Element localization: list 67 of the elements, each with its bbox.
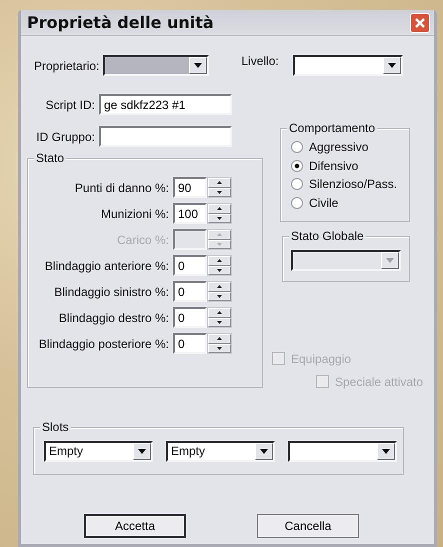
down-arrow-icon — [217, 242, 222, 246]
dropdown[interactable]: Empty — [166, 441, 275, 462]
radio-button[interactable] — [291, 160, 303, 172]
caret-icon — [382, 449, 390, 454]
spin-button[interactable] — [207, 307, 232, 328]
close-button[interactable] — [410, 12, 430, 32]
window-title: Proprietà delle unità — [27, 12, 214, 34]
down-arrow-icon — [217, 320, 222, 324]
up-arrow-icon — [217, 285, 222, 288]
caret-icon — [386, 258, 394, 263]
field-label: Blindaggio posteriore %: — [38, 336, 169, 352]
caret-icon — [388, 63, 396, 68]
field-label: Blindaggio destro %: — [58, 310, 169, 326]
dropdown[interactable] — [103, 55, 210, 76]
spin-button[interactable] — [207, 333, 232, 354]
number-field[interactable]: 100 — [173, 203, 207, 224]
radio-button[interactable] — [291, 178, 303, 190]
close-icon — [414, 16, 426, 28]
caret-icon — [138, 449, 146, 454]
up-arrow-icon — [217, 259, 222, 262]
down-arrow-icon — [217, 268, 222, 272]
number-field[interactable]: 90 — [173, 177, 207, 198]
field-label: Munizioni %: — [100, 206, 169, 222]
dropdown[interactable] — [288, 441, 397, 462]
option-label[interactable]: Silenzioso/Pass. — [309, 174, 398, 194]
spin-button[interactable] — [207, 203, 232, 224]
number-field[interactable]: 0 — [173, 255, 207, 276]
dialog-button[interactable]: Cancella — [257, 514, 359, 538]
number-field[interactable]: 0 — [173, 333, 207, 354]
caret-icon — [260, 449, 268, 454]
field-label: Blindaggio anteriore %: — [44, 258, 169, 274]
up-arrow-icon — [217, 337, 222, 340]
option-label[interactable]: Difensivo — [309, 156, 358, 176]
field-label: Carico %: — [116, 232, 169, 248]
down-arrow-icon — [217, 294, 222, 298]
field-label: Proprietario: — [34, 58, 100, 74]
up-arrow-icon — [217, 311, 222, 314]
dialog-button[interactable]: Accetta — [84, 514, 186, 538]
caret-icon — [194, 63, 202, 68]
spin-button[interactable] — [207, 281, 232, 302]
group-title: Slots — [40, 420, 71, 434]
group-title: Comportamento — [287, 121, 378, 135]
radio-button[interactable] — [291, 141, 303, 154]
number-field[interactable]: 0 — [173, 281, 207, 302]
group-title: Stato — [34, 151, 66, 165]
up-arrow-icon — [217, 233, 222, 236]
dropdown[interactable] — [292, 55, 403, 76]
field-label: Blindaggio sinistro %: — [54, 284, 169, 300]
option-label[interactable]: Aggressivo — [309, 137, 368, 158]
group-title: Stato Globale — [289, 229, 366, 243]
radio-button[interactable] — [291, 196, 303, 209]
up-arrow-icon — [217, 181, 222, 184]
field-label: Punti di danno %: — [74, 180, 169, 196]
text-field[interactable] — [99, 126, 232, 147]
dropdown[interactable]: Empty — [44, 441, 153, 462]
field-label: ID Gruppo: — [35, 128, 95, 146]
field-label: Livello: — [241, 53, 279, 70]
text-field[interactable]: ge sdkfz223 #1 — [99, 94, 232, 115]
number-field[interactable]: 0 — [173, 307, 207, 328]
field-label: Script ID: — [44, 96, 95, 114]
down-arrow-icon — [217, 216, 222, 220]
spin-button[interactable] — [207, 177, 232, 198]
option-label[interactable]: Civile — [309, 192, 338, 213]
down-arrow-icon — [217, 346, 222, 350]
up-arrow-icon — [217, 207, 222, 210]
spin-button[interactable] — [207, 255, 232, 276]
down-arrow-icon — [217, 190, 222, 194]
